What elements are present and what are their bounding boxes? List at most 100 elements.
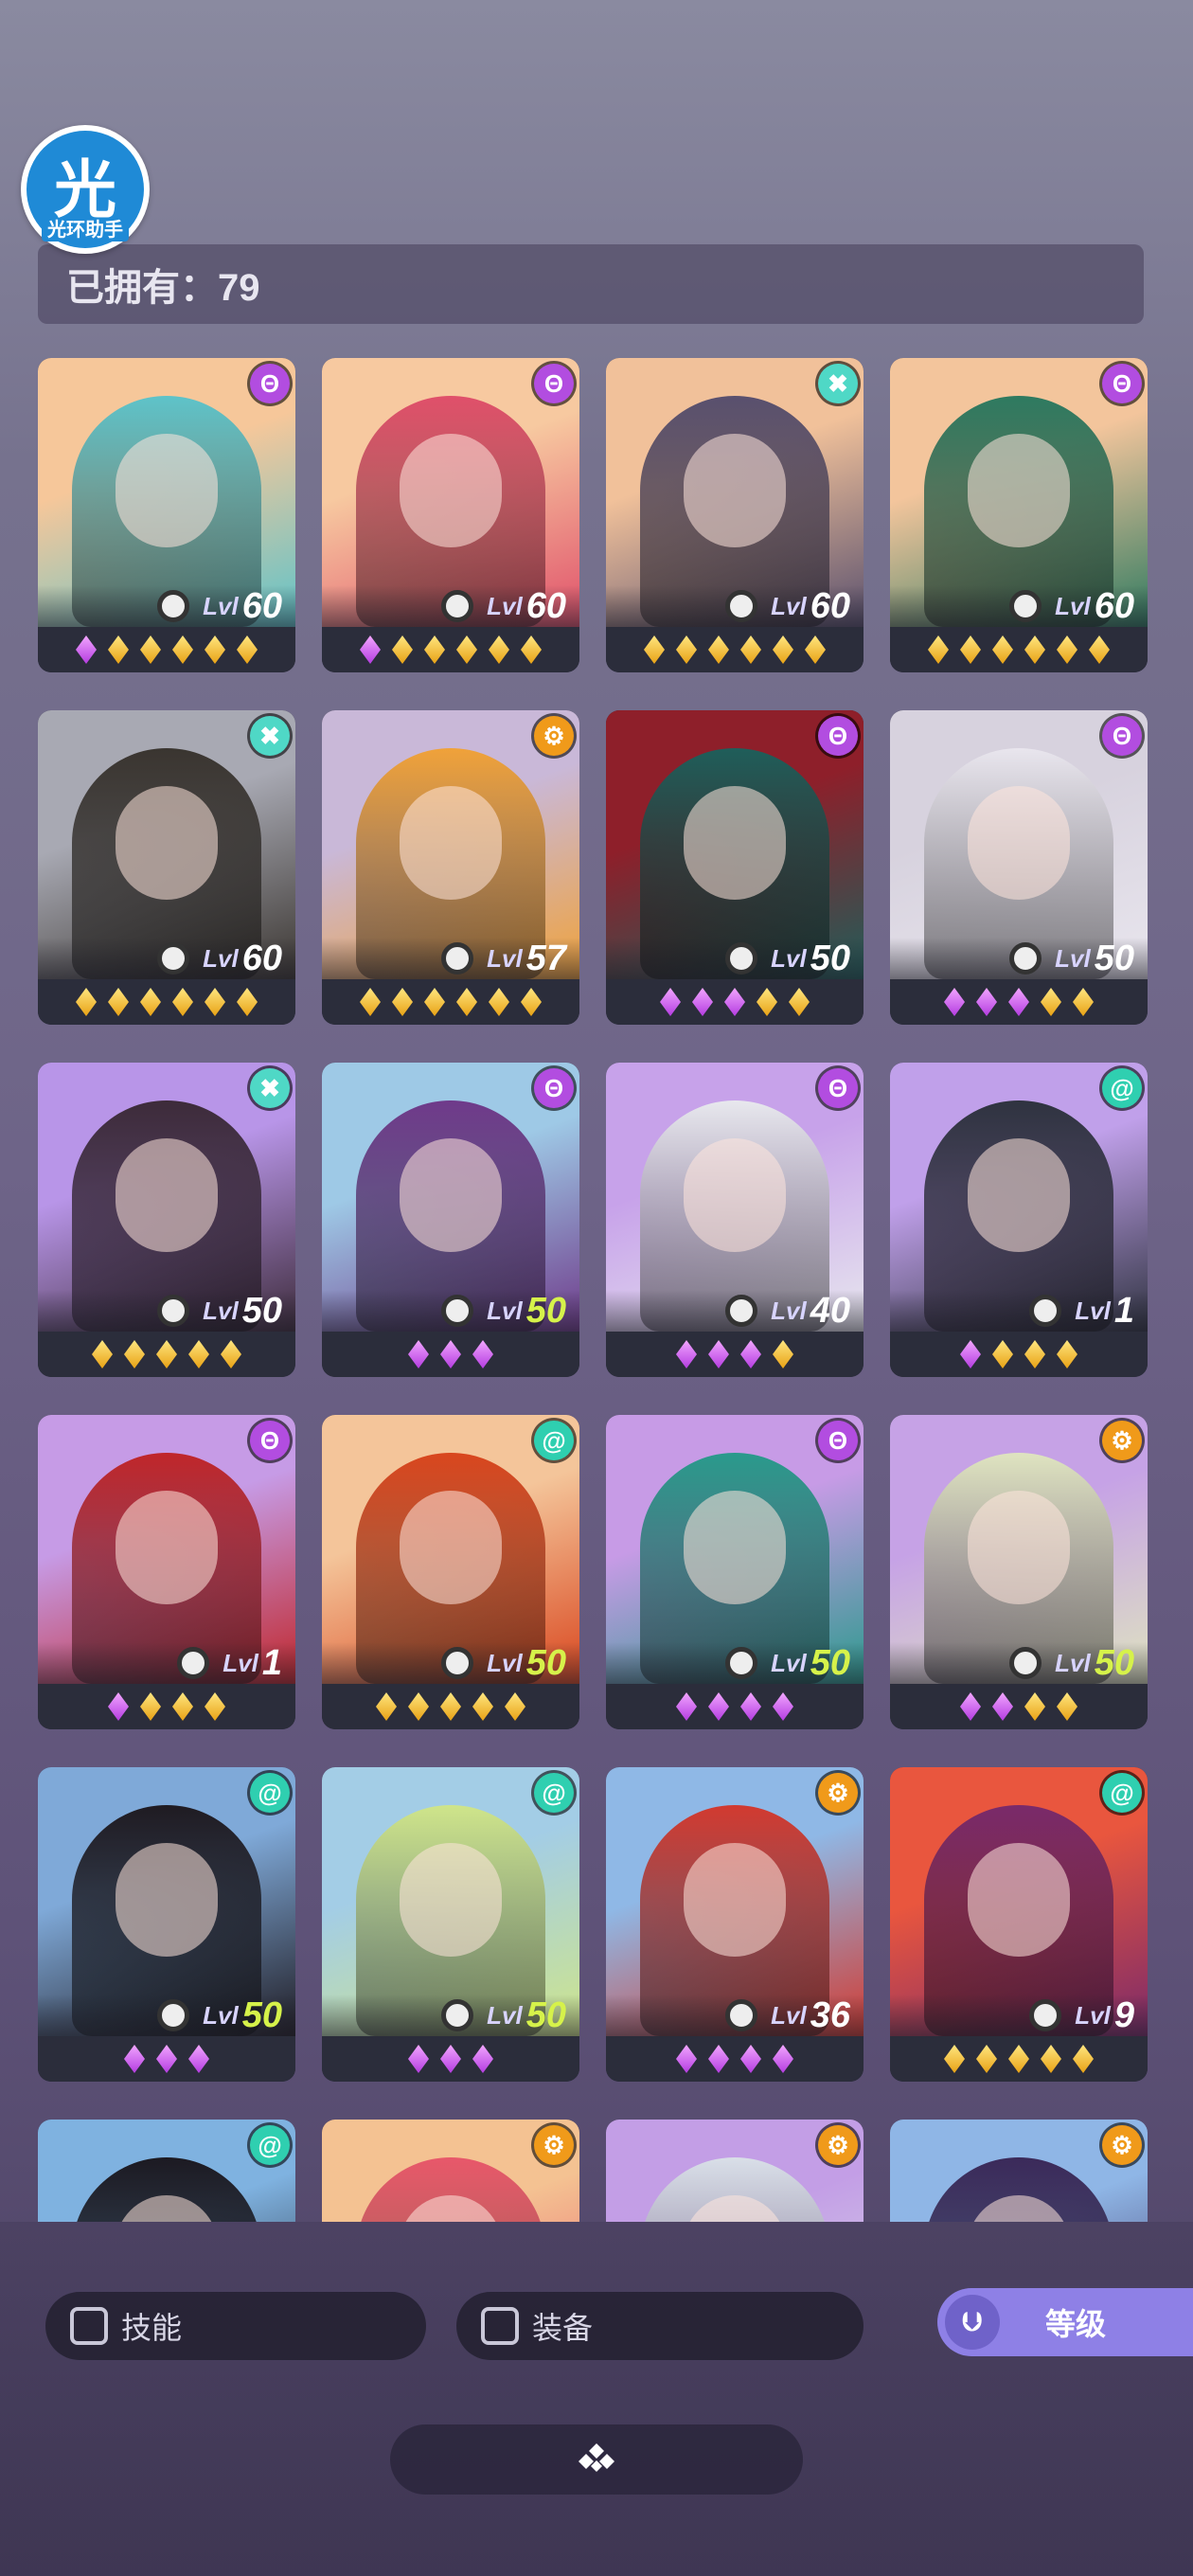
orange-gear-icon: ⚙: [818, 1773, 858, 1813]
hero-card[interactable]: @ Lvl 50: [38, 1767, 295, 2082]
purple-star-icon: [992, 1692, 1013, 1721]
skill-filter[interactable]: 技能: [45, 2292, 426, 2360]
gold-star-icon: [237, 635, 258, 664]
hero-card[interactable]: ⚙: [890, 2120, 1148, 2222]
purple-star-icon: [773, 1692, 793, 1721]
star-rank-row: [606, 1684, 864, 1729]
gold-star-icon: [740, 635, 761, 664]
level-sort-button[interactable]: ⮋ 等级: [937, 2288, 1193, 2356]
hero-card[interactable]: ✖ Lvl 60: [38, 710, 295, 1025]
purple-star-icon: [1008, 988, 1029, 1016]
orange-gear-icon: ⚙: [534, 716, 574, 756]
level-prefix: Lvl: [771, 591, 807, 620]
purple-star-icon: [708, 1340, 729, 1368]
hero-card[interactable]: Θ Lvl 50: [606, 710, 864, 1025]
hero-card[interactable]: ⚙ Lvl 50: [890, 1415, 1148, 1729]
level-row: Lvl 50: [890, 1642, 1148, 1684]
star-rank-row: [322, 1332, 579, 1377]
hero-card[interactable]: ✖ Lvl 50: [38, 1063, 295, 1377]
purple-star-icon: [708, 1692, 729, 1721]
hero-card[interactable]: Θ Lvl 60: [322, 358, 579, 672]
app-logo-text: 光环助手: [42, 219, 129, 242]
expand-toggle[interactable]: [390, 2424, 803, 2495]
purple-eye-icon: Θ: [534, 1068, 574, 1108]
hero-card[interactable]: Θ Lvl 60: [890, 358, 1148, 672]
hero-card[interactable]: Θ Lvl 40: [606, 1063, 864, 1377]
level-value: 50: [525, 1642, 566, 1683]
purple-eye-icon: Θ: [1102, 364, 1142, 403]
cyan-cross-icon: ✖: [818, 364, 858, 403]
cyan-swirl-icon: @: [250, 2125, 290, 2165]
gold-star-icon: [505, 1692, 525, 1721]
level-value: 50: [241, 1290, 282, 1331]
equipment-checkbox[interactable]: [481, 2307, 519, 2345]
skill-gear-icon: [1009, 942, 1042, 975]
gold-star-icon: [172, 635, 193, 664]
star-rank-row: [606, 627, 864, 672]
cyan-swirl-icon: @: [534, 1773, 574, 1813]
gold-star-icon: [1041, 988, 1061, 1016]
gold-star-icon: [773, 1340, 793, 1368]
level-prefix: Lvl: [1075, 1296, 1111, 1325]
hero-card[interactable]: @: [38, 2120, 295, 2222]
gold-star-icon: [108, 988, 129, 1016]
purple-star-icon: [740, 1340, 761, 1368]
double-chevron-down-icon: ⮋: [945, 2295, 1000, 2350]
purple-star-icon: [773, 2045, 793, 2073]
hero-card[interactable]: Θ Lvl 50: [322, 1063, 579, 1377]
hero-card[interactable]: Θ Lvl 50: [890, 710, 1148, 1025]
hero-card[interactable]: Θ Lvl 1: [38, 1415, 295, 1729]
purple-star-icon: [676, 1340, 697, 1368]
hero-card[interactable]: @ Lvl 1: [890, 1063, 1148, 1377]
hero-card[interactable]: ⚙: [322, 2120, 579, 2222]
star-rank-row: [38, 1332, 295, 1377]
gold-star-icon: [521, 635, 542, 664]
hero-card[interactable]: @ Lvl 50: [322, 1767, 579, 2082]
level-prefix: Lvl: [771, 1296, 807, 1325]
gold-star-icon: [188, 1340, 209, 1368]
star-rank-row: [606, 1332, 864, 1377]
gold-star-icon: [140, 635, 161, 664]
level-value: 60: [525, 585, 566, 626]
star-rank-row: [890, 627, 1148, 672]
level-prefix: Lvl: [203, 2000, 239, 2030]
hero-card[interactable]: ⚙ Lvl 57: [322, 710, 579, 1025]
hero-card[interactable]: @ Lvl 9: [890, 1767, 1148, 2082]
level-value: 60: [810, 585, 850, 626]
hero-card[interactable]: ⚙: [606, 2120, 864, 2222]
purple-star-icon: [440, 2045, 461, 2073]
level-value: 57: [525, 938, 566, 978]
gold-star-icon: [140, 1692, 161, 1721]
skill-gear-icon: [157, 1295, 190, 1327]
hero-card[interactable]: ⚙ Lvl 36: [606, 1767, 864, 2082]
level-row: Lvl 36: [606, 1995, 864, 2036]
star-rank-row: [38, 979, 295, 1025]
skill-checkbox[interactable]: [70, 2307, 108, 2345]
gold-star-icon: [676, 635, 697, 664]
level-value: 50: [810, 1642, 850, 1683]
equipment-filter[interactable]: 装备: [456, 2292, 864, 2360]
level-row: Lvl 9: [890, 1995, 1148, 2036]
star-rank-row: [890, 2036, 1148, 2082]
gold-star-icon: [708, 635, 729, 664]
purple-star-icon: [960, 1692, 981, 1721]
gold-star-icon: [489, 988, 509, 1016]
gold-star-icon: [805, 635, 826, 664]
level-row: Lvl 50: [322, 1995, 579, 2036]
gold-star-icon: [221, 1340, 241, 1368]
level-prefix: Lvl: [203, 591, 239, 620]
hero-card[interactable]: Θ Lvl 50: [606, 1415, 864, 1729]
gold-star-icon: [992, 1340, 1013, 1368]
gold-star-icon: [1024, 1692, 1045, 1721]
gold-star-icon: [456, 988, 477, 1016]
hero-card[interactable]: @ Lvl 50: [322, 1415, 579, 1729]
level-value: 60: [1094, 585, 1134, 626]
level-prefix: Lvl: [771, 943, 807, 973]
gold-star-icon: [1089, 635, 1110, 664]
level-prefix: Lvl: [771, 1648, 807, 1677]
gold-star-icon: [440, 1692, 461, 1721]
hero-card[interactable]: Θ Lvl 60: [38, 358, 295, 672]
skill-gear-icon: [157, 942, 190, 975]
bottom-panel: [0, 2222, 1193, 2576]
hero-card[interactable]: ✖ Lvl 60: [606, 358, 864, 672]
